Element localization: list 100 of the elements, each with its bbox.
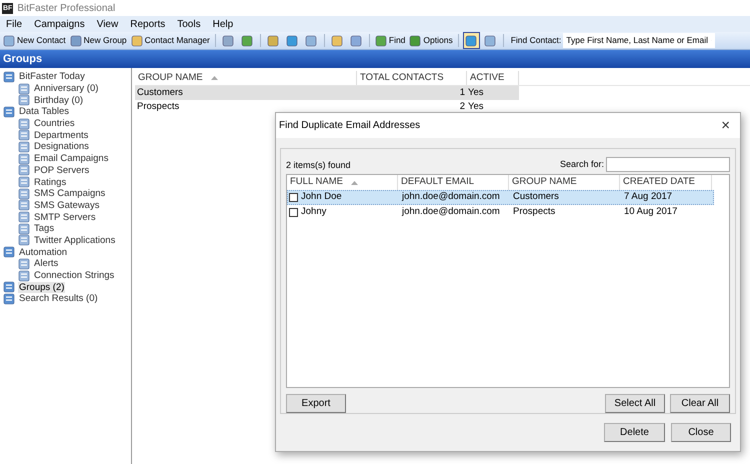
select-all-button[interactable]: Select All xyxy=(605,394,665,413)
item-icon xyxy=(18,94,30,106)
row-checkbox[interactable] xyxy=(289,193,298,202)
toolbar-button[interactable]: Contact Manager xyxy=(130,32,211,48)
tree-item[interactable]: Birthday (0) xyxy=(33,94,84,106)
dialog-title: Find Duplicate Email Addresses xyxy=(279,119,420,133)
folder-icon xyxy=(3,106,15,118)
close-dialog-button[interactable]: Close xyxy=(671,423,731,442)
search-field[interactable] xyxy=(606,157,730,172)
tree-item[interactable]: Automation xyxy=(18,246,68,258)
menu-item[interactable]: Reports xyxy=(130,16,166,32)
item-icon xyxy=(18,234,30,246)
item-icon xyxy=(18,258,30,270)
toolbar-button[interactable]: Find xyxy=(374,32,406,48)
tree-item[interactable]: Email Campaigns xyxy=(33,153,110,164)
toolbar-button[interactable]: New Group xyxy=(68,32,128,48)
list-cell-text: 7 Aug 2017 xyxy=(623,190,674,204)
folder-icon xyxy=(3,70,15,83)
toolbar-icon-button[interactable] xyxy=(462,32,480,49)
toolbar-glyph-icon xyxy=(241,34,254,46)
list-cell-text: john.doe@domain.com xyxy=(400,190,501,204)
toolbar-glyph-icon xyxy=(484,34,496,46)
row-checkbox[interactable] xyxy=(289,208,298,217)
menu-item[interactable]: Tools xyxy=(177,16,201,32)
tree-item[interactable]: SMS Campaigns xyxy=(33,188,106,200)
toolbar-glyph-icon xyxy=(70,34,82,46)
item-icon xyxy=(18,140,30,153)
column-header[interactable]: TOTAL CONTACTS xyxy=(357,71,467,85)
toolbar-glyph-icon xyxy=(3,34,15,46)
menu-item[interactable]: Campaigns xyxy=(34,16,85,32)
list-cell-text: john.doe@domain.com xyxy=(400,205,501,220)
list-cell-text: John Doe xyxy=(301,190,342,204)
folder-icon xyxy=(3,246,15,258)
tree-item[interactable]: Connection Strings xyxy=(33,270,116,282)
item-icon xyxy=(18,129,30,142)
tree-item[interactable]: Countries xyxy=(33,118,76,130)
tree-item[interactable]: SMTP Servers xyxy=(33,212,97,223)
table-cell-text: Yes xyxy=(467,86,484,100)
tree-item[interactable]: Groups (2) xyxy=(18,282,66,293)
sort-arrow-icon xyxy=(210,76,218,80)
tree-item[interactable]: Designations xyxy=(33,141,90,152)
toolbar-glyph-icon xyxy=(331,34,344,46)
tree-item[interactable]: Ratings xyxy=(33,176,68,188)
tree-item[interactable]: Tags xyxy=(33,223,56,234)
toolbar-glyph-icon xyxy=(222,34,234,46)
toolbar-button[interactable]: Options xyxy=(408,32,454,48)
item-icon xyxy=(18,164,30,176)
tree-item[interactable]: Search Results (0) xyxy=(18,293,99,304)
find-contact-combo[interactable]: Type First Name, Last Name or Email xyxy=(563,33,716,48)
item-icon xyxy=(18,176,30,188)
toolbar-glyph-icon xyxy=(409,34,422,46)
toolbar-button[interactable]: New Contact xyxy=(2,32,67,48)
menu-item[interactable]: View xyxy=(96,16,118,32)
toolbar-glyph-icon xyxy=(305,34,318,46)
table-row[interactable]: Prospects 2 Yes xyxy=(135,100,519,114)
toolbar-glyph-icon xyxy=(286,34,298,46)
item-icon xyxy=(18,211,30,224)
item-icon xyxy=(18,199,30,212)
item-icon xyxy=(18,152,30,165)
item-icon xyxy=(18,270,30,282)
sort-arrow-icon xyxy=(350,180,358,184)
tree-item[interactable]: Anniversary (0) xyxy=(33,83,100,94)
list-row[interactable]: John Doe john.doe@domain.com Customers 7 Aug 2017 xyxy=(287,190,714,205)
menu-item[interactable]: Help xyxy=(212,16,234,32)
menu-item[interactable]: File xyxy=(6,16,22,32)
column-header[interactable]: GROUP NAME xyxy=(135,71,357,85)
tree-item[interactable]: POP Servers xyxy=(33,164,90,176)
toolbar-glyph-icon xyxy=(374,34,387,46)
table-cell-text: Customers xyxy=(136,86,184,100)
export-button[interactable]: Export xyxy=(286,394,346,413)
folder-icon xyxy=(3,281,15,294)
close-button[interactable]: × xyxy=(721,118,730,133)
list-cell-text: 10 Aug 2017 xyxy=(623,205,678,220)
list-row[interactable]: Johny john.doe@domain.com Prospects 10 Aug 2017 xyxy=(287,205,714,220)
tree-item[interactable]: Departments xyxy=(33,130,90,141)
search-label: Search for: xyxy=(560,158,604,171)
table-cell-text: 1 xyxy=(458,86,466,100)
panel-header: Groups xyxy=(0,50,750,68)
delete-button[interactable]: Delete xyxy=(604,423,665,442)
item-icon xyxy=(18,188,30,200)
clear-all-button[interactable]: Clear All xyxy=(670,394,730,413)
table-cell-text: Prospects xyxy=(136,100,180,114)
toolbar-glyph-icon xyxy=(130,34,143,46)
toolbar-glyph-icon xyxy=(267,34,280,46)
table-row[interactable]: Customers 1 Yes xyxy=(135,86,519,100)
column-header[interactable]: ACTIVE xyxy=(467,71,519,85)
tree-item[interactable]: Data Tables xyxy=(18,106,70,118)
table-cell-text: Yes xyxy=(467,100,484,114)
tree-item[interactable]: SMS Gateways xyxy=(33,200,100,211)
tree-item[interactable]: Alerts xyxy=(33,258,60,270)
results-count: 2 items(s) found xyxy=(286,158,351,172)
toolbar-glyph-icon xyxy=(350,34,362,46)
tree-item[interactable]: Twitter Applications xyxy=(33,234,116,246)
toolbar-glyph-icon xyxy=(465,34,478,46)
find-contact-label: Find Contact: xyxy=(510,34,562,47)
item-icon xyxy=(18,118,30,130)
item-icon xyxy=(18,222,30,235)
list-cell-text: Johny xyxy=(301,205,326,220)
folder-icon xyxy=(3,292,15,305)
tree-item[interactable]: BitFaster Today xyxy=(18,71,86,82)
